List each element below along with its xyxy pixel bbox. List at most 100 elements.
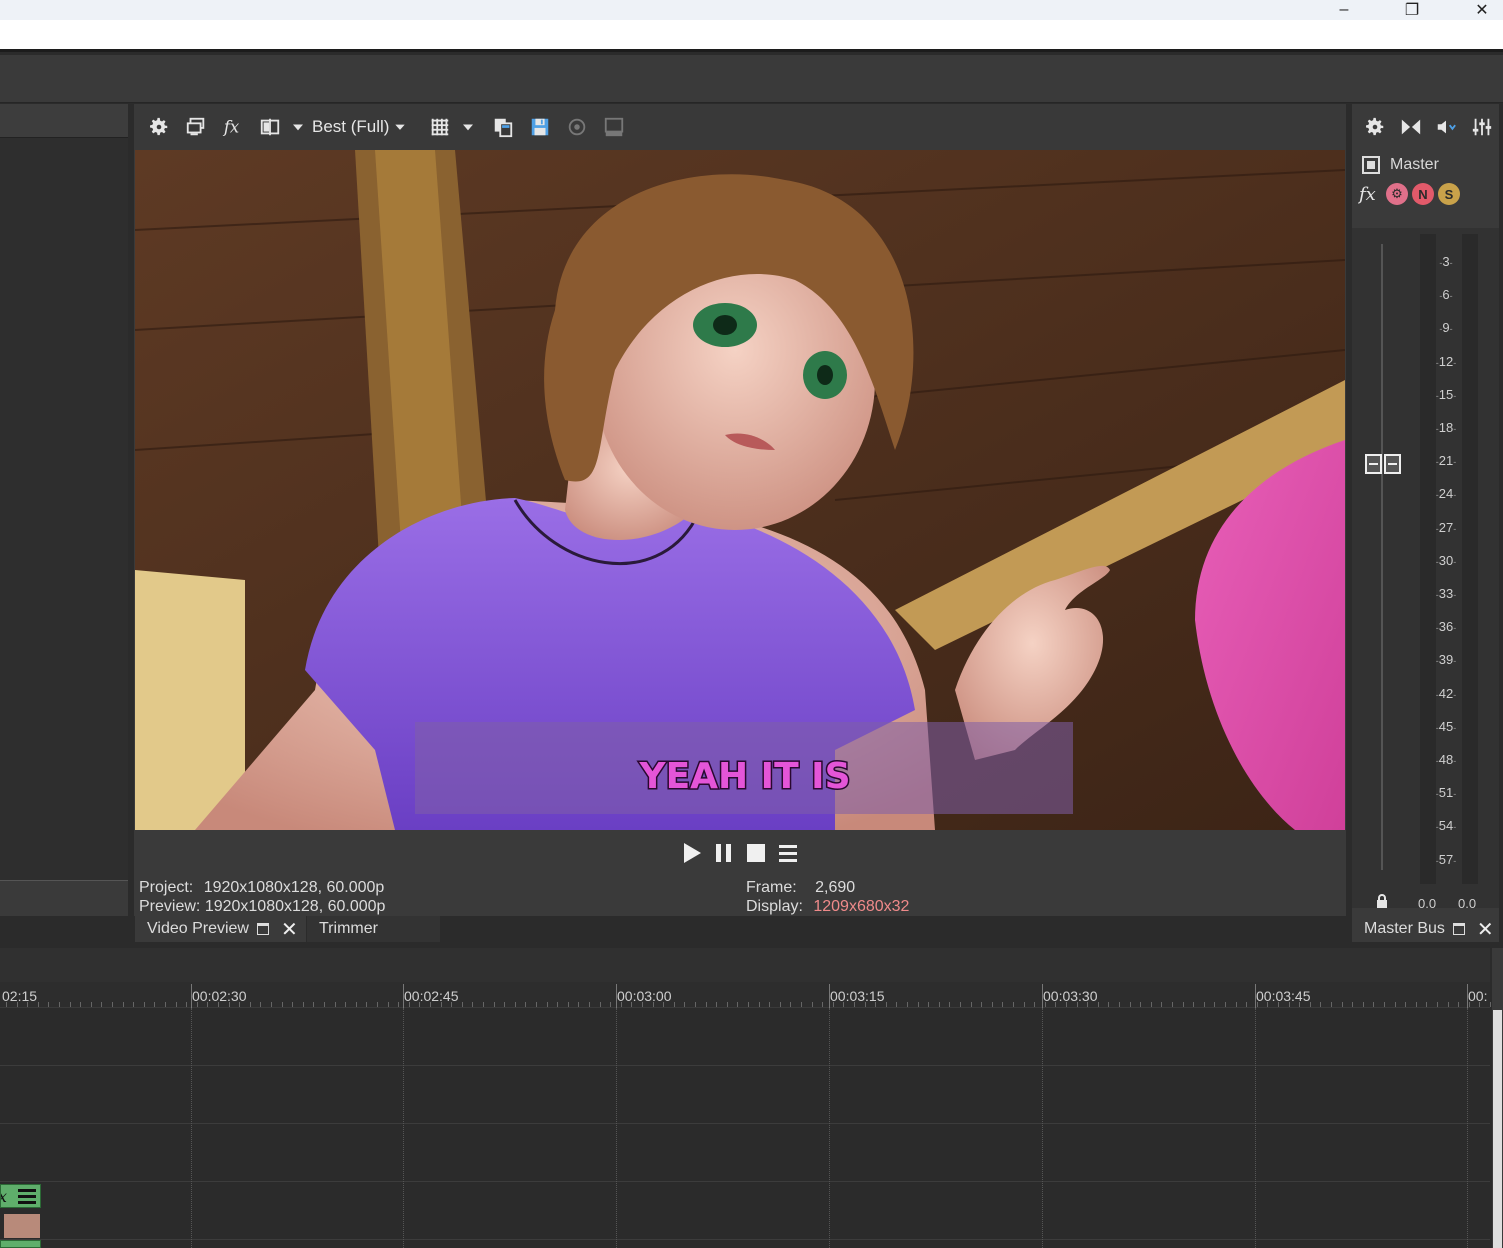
master-meter-area: 36912151821242730333639424548515457 0.0 …	[1352, 228, 1499, 911]
volume-fader-handle[interactable]	[1365, 454, 1401, 474]
mute-icon[interactable]	[1430, 112, 1464, 142]
ruler-minor-tick	[727, 1002, 728, 1007]
timeline-ruler[interactable]: 02:15 00:02:30 00:02:45 00:03:00 00:03:15 00:…	[0, 982, 1491, 1008]
external-monitor-icon[interactable]	[177, 112, 214, 142]
ruler-minor-tick	[17, 1002, 18, 1007]
hdr-icon[interactable]	[595, 112, 632, 142]
ruler-minor-tick	[790, 1002, 791, 1007]
ruler-minor-tick	[1458, 1002, 1459, 1007]
ruler-minor-tick	[345, 1002, 346, 1007]
restore-icon[interactable]: ❐	[1390, 0, 1434, 20]
bypass-icon[interactable]	[1394, 112, 1428, 142]
timeline-gridline	[1042, 1008, 1043, 1248]
db-scale-label: 51	[1434, 785, 1458, 800]
ruler-minor-tick	[960, 1002, 961, 1007]
clip-thumbnail[interactable]	[4, 1214, 40, 1238]
ruler-minor-tick	[1055, 1002, 1056, 1007]
ruler-minor-tick	[1130, 1002, 1131, 1007]
quality-dropdown[interactable]: Best (Full)	[308, 117, 411, 137]
left-docked-panel	[0, 104, 128, 916]
left-panel-footer	[0, 880, 128, 916]
left-panel-header	[0, 104, 128, 138]
level-left-value: 0.0	[1418, 896, 1437, 911]
ruler-minor-tick	[282, 1002, 283, 1007]
ruler-minor-tick	[1183, 1002, 1184, 1007]
ruler-minor-tick	[578, 1002, 579, 1007]
color-adjust-icon[interactable]	[558, 112, 595, 142]
track-divider	[0, 1181, 1490, 1182]
lock-icon[interactable]	[1376, 894, 1388, 908]
minimize-icon[interactable]: –	[1322, 0, 1366, 20]
ruler-minor-tick	[176, 1002, 177, 1007]
ruler-minor-tick	[1077, 1002, 1078, 1007]
tab-video-preview[interactable]: Video Preview ✕	[135, 916, 306, 942]
ruler-minor-tick	[250, 1002, 251, 1007]
ruler-minor-tick	[1193, 1002, 1194, 1007]
project-label: Project:	[139, 879, 194, 896]
close-icon[interactable]: ✕	[1460, 0, 1503, 20]
ruler-minor-tick	[229, 1002, 230, 1007]
ruler-minor-tick	[1214, 1002, 1215, 1007]
timeline-vertical-scrollbar[interactable]	[1492, 948, 1503, 1248]
grid-overlay-icon[interactable]	[421, 112, 458, 142]
ruler-minor-tick	[1289, 1002, 1290, 1007]
track-divider	[0, 1065, 1490, 1066]
ruler-minor-tick	[6, 1002, 7, 1007]
menu-icon[interactable]	[776, 841, 800, 865]
ruler-minor-tick	[1352, 1002, 1353, 1007]
ruler-minor-tick	[1278, 1002, 1279, 1007]
ruler-minor-tick	[525, 1002, 526, 1007]
svg-text:fx: fx	[222, 118, 240, 137]
tab-master-bus[interactable]: Master Bus ✕	[1352, 916, 1499, 942]
ruler-minor-tick	[59, 1002, 60, 1007]
copy-snapshot-icon[interactable]	[484, 112, 521, 142]
plugin-noise-icon[interactable]: N	[1412, 183, 1434, 205]
ruler-minor-tick	[769, 1002, 770, 1007]
timeline-gridline	[1255, 1008, 1256, 1248]
fx-icon[interactable]: fx	[1358, 182, 1382, 206]
undock-icon[interactable]	[256, 923, 269, 935]
ruler-minor-tick	[1098, 1002, 1099, 1007]
ruler-minor-tick	[949, 1002, 950, 1007]
split-dropdown-icon[interactable]	[288, 112, 308, 142]
play-icon[interactable]	[680, 841, 704, 865]
save-snapshot-icon[interactable]	[521, 112, 558, 142]
ruler-minor-tick	[1490, 1002, 1491, 1007]
ruler-major-tick	[1042, 984, 1043, 1008]
ruler-minor-tick	[1469, 1002, 1470, 1007]
ruler-minor-tick	[70, 1002, 71, 1007]
video-clip-header[interactable]: x	[0, 1184, 41, 1208]
video-frame[interactable]: YEAH IT IS	[135, 150, 1345, 830]
mixer-icon[interactable]	[1465, 112, 1499, 142]
ruler-minor-tick	[1299, 1002, 1300, 1007]
gear-icon[interactable]	[1358, 112, 1392, 142]
display-info: Display: 1209x680x32	[746, 898, 909, 916]
db-scale-label: 27	[1434, 520, 1458, 535]
close-icon[interactable]: ✕	[1477, 917, 1494, 942]
ruler-minor-tick	[684, 1002, 685, 1007]
ruler-major-tick	[1255, 984, 1256, 1008]
grid-dropdown-icon[interactable]	[458, 112, 478, 142]
ruler-minor-tick	[409, 1002, 410, 1007]
ruler-minor-tick	[1416, 1002, 1417, 1007]
video-clip-header[interactable]	[0, 1240, 41, 1248]
tab-trimmer[interactable]: Trimmer	[307, 916, 440, 942]
stop-icon[interactable]	[744, 841, 768, 865]
volume-fader-track[interactable]	[1381, 244, 1383, 870]
ruler-minor-tick	[801, 1002, 802, 1007]
pause-icon[interactable]	[712, 841, 736, 865]
ruler-minor-tick	[1426, 1002, 1427, 1007]
split-screen-icon[interactable]	[251, 112, 288, 142]
plugin-sound-icon[interactable]: S	[1438, 183, 1460, 205]
fx-icon[interactable]: fx	[214, 112, 251, 142]
master-select-checkbox[interactable]	[1362, 156, 1380, 174]
ruler-major-tick	[829, 984, 830, 1008]
ruler-minor-tick	[112, 1002, 113, 1007]
undock-icon[interactable]	[1452, 923, 1465, 935]
gear-icon[interactable]	[140, 112, 177, 142]
ruler-time-label: 00:	[1468, 988, 1488, 1004]
ruler-minor-tick	[133, 1002, 134, 1007]
close-icon[interactable]: ✕	[281, 917, 298, 942]
ruler-minor-tick	[303, 1002, 304, 1007]
plugin-gear-icon[interactable]: ⚙	[1386, 183, 1408, 205]
